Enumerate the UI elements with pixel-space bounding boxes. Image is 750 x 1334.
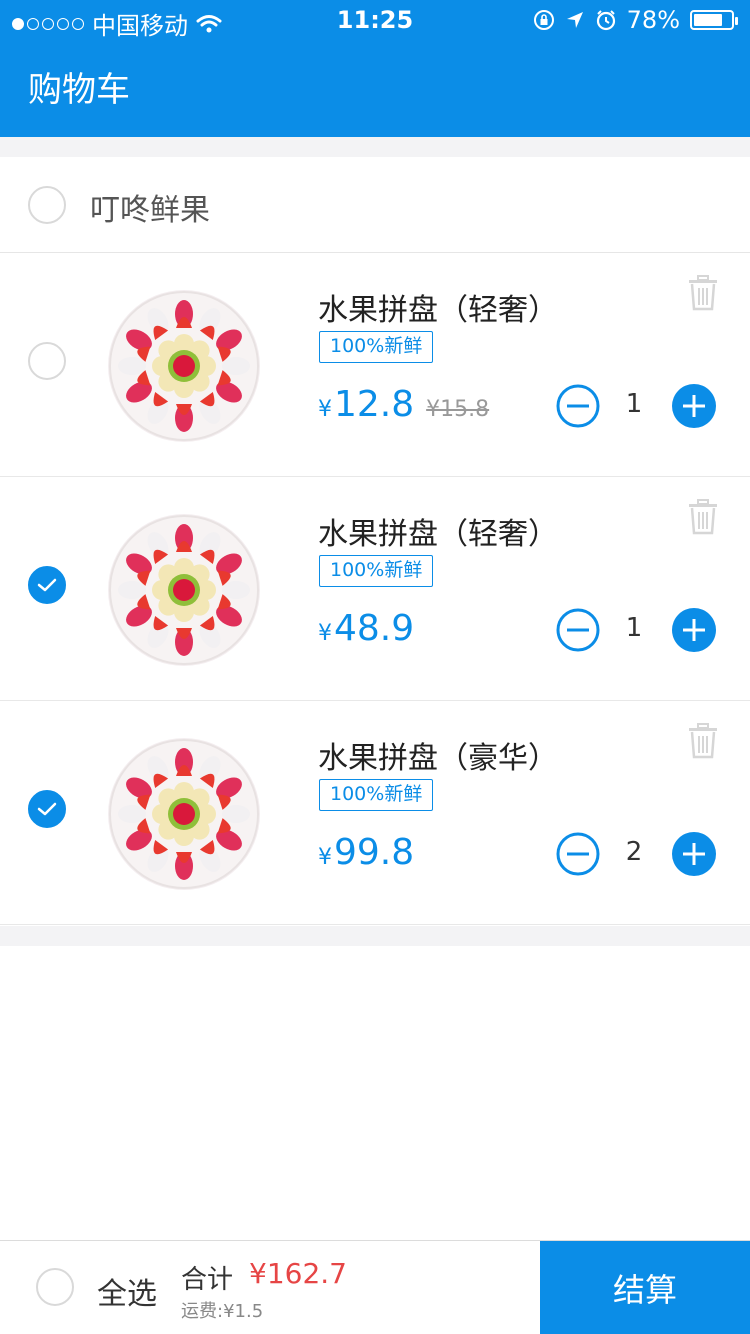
freshness-tag: 100%新鲜	[319, 779, 434, 811]
item-select-radio[interactable]	[28, 342, 66, 380]
delete-item-button[interactable]	[686, 723, 720, 759]
cart-footer: 全选 合计 ¥162.7 运费:¥1.5 结算	[0, 1240, 750, 1334]
shipping-fee: 运费:¥1.5	[181, 1301, 264, 1322]
section-divider-bottom	[0, 926, 750, 946]
trash-icon	[686, 499, 720, 539]
item-select-radio[interactable]	[28, 566, 66, 604]
product-title[interactable]: 水果拼盘（轻奢）	[318, 509, 558, 553]
battery-icon	[690, 10, 738, 30]
quantity-value: 1	[625, 613, 643, 643]
product-title[interactable]: 水果拼盘（豪华）	[318, 733, 558, 777]
quantity-value: 2	[625, 837, 643, 867]
checkout-button[interactable]: 结算	[540, 1241, 750, 1334]
app-header: 中国移动 11:25 78% 购物车	[0, 0, 750, 137]
increase-quantity-button[interactable]	[672, 384, 716, 428]
total-label: 合计	[181, 1265, 234, 1295]
minus-circle-icon	[556, 384, 600, 432]
delete-item-button[interactable]	[686, 275, 720, 311]
cart-item: 水果拼盘（轻奢） 100%新鲜 ¥48.9 1	[0, 477, 750, 701]
decrease-quantity-button[interactable]	[556, 832, 600, 876]
product-image[interactable]	[108, 514, 260, 666]
product-price: ¥12.8 ¥15.8	[318, 384, 489, 425]
battery-fill	[694, 14, 723, 26]
cart-item: 水果拼盘（豪华） 100%新鲜 ¥99.8 2	[0, 701, 750, 925]
trash-icon	[686, 275, 720, 315]
select-all-radio[interactable]	[36, 1268, 74, 1306]
price-value: 48.9	[334, 608, 415, 649]
store-name: 叮咚鲜果	[90, 193, 210, 228]
price-value: 99.8	[334, 832, 415, 873]
minus-circle-icon	[556, 832, 600, 880]
status-bar: 中国移动 11:25 78%	[0, 0, 750, 40]
cart-item: 水果拼盘（轻奢） 100%新鲜 ¥12.8 ¥15.8 1	[0, 253, 750, 477]
freshness-tag: 100%新鲜	[319, 555, 434, 587]
page-title: 购物车	[28, 70, 130, 110]
delete-item-button[interactable]	[686, 499, 720, 535]
section-divider	[0, 137, 750, 157]
currency-symbol: ¥	[318, 397, 332, 422]
plus-circle-icon	[672, 608, 716, 656]
plus-circle-icon	[672, 832, 716, 880]
currency-symbol: ¥	[318, 845, 332, 870]
plus-circle-icon	[672, 384, 716, 432]
store-row[interactable]: 叮咚鲜果	[0, 157, 750, 253]
currency-symbol: ¥	[318, 621, 332, 646]
product-title[interactable]: 水果拼盘（轻奢）	[318, 285, 558, 329]
location-arrow-icon	[566, 12, 583, 28]
select-all-label[interactable]: 全选	[97, 1269, 157, 1313]
product-price: ¥48.9	[318, 608, 414, 649]
product-image[interactable]	[108, 738, 260, 890]
minus-circle-icon	[556, 608, 600, 656]
status-right: 78%	[533, 6, 738, 34]
store-select-radio[interactable]	[28, 186, 66, 224]
battery-percent: 78%	[626, 6, 680, 34]
check-icon	[37, 801, 57, 817]
total-value: ¥162.7	[249, 1257, 347, 1290]
item-select-radio[interactable]	[28, 790, 66, 828]
product-price: ¥99.8	[318, 832, 414, 873]
decrease-quantity-button[interactable]	[556, 384, 600, 428]
original-price: ¥15.8	[426, 397, 490, 422]
increase-quantity-button[interactable]	[672, 608, 716, 652]
rotation-lock-icon	[533, 10, 554, 30]
freshness-tag: 100%新鲜	[319, 331, 434, 363]
product-image[interactable]	[108, 290, 260, 442]
trash-icon	[686, 723, 720, 763]
quantity-value: 1	[625, 389, 643, 419]
increase-quantity-button[interactable]	[672, 832, 716, 876]
alarm-icon	[596, 10, 615, 31]
decrease-quantity-button[interactable]	[556, 608, 600, 652]
check-icon	[37, 577, 57, 593]
price-value: 12.8	[334, 384, 415, 425]
